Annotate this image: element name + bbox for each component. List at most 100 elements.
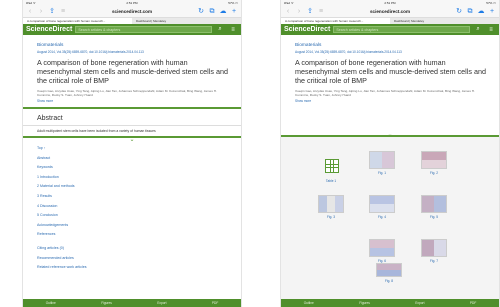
tab-strip: A comparison of bone regeneration with h… (23, 18, 241, 24)
figure-caption[interactable]: Fig. 2 (421, 171, 447, 175)
related-item[interactable]: Citing articles (0) (37, 244, 227, 254)
abstract-heading: Abstract (23, 109, 241, 127)
status-left: iPad ᯤ (284, 1, 294, 5)
reader-icon[interactable]: ≡ (317, 8, 325, 15)
share-icon[interactable]: ⇪ (306, 8, 314, 15)
article-title: A comparison of bone regeneration with h… (295, 58, 486, 86)
article-title: A comparison of bone regeneration with h… (37, 58, 228, 86)
figure-caption[interactable]: Fig. 1 (369, 171, 395, 175)
abstract-text: Adult multipotent stem cells have been i… (37, 129, 156, 134)
divider-expand[interactable]: ⌄ (281, 132, 499, 138)
bookmarks-icon[interactable]: ⧉ (208, 8, 216, 15)
sciencedirect-logo[interactable]: ScienceDirect (26, 26, 72, 33)
status-time: 2:51 PM (384, 1, 396, 5)
bottom-toolbar: Outline Figures Export PDF (23, 299, 241, 307)
forward-icon[interactable]: › (295, 8, 303, 15)
figure-thumb[interactable]: Fig. 2 (421, 151, 447, 175)
author-list[interactable]: Xueqin Gao, Arvydas Usas, Ying Tang, Aip… (37, 89, 231, 97)
pdf-button[interactable]: PDF (212, 301, 218, 305)
url-field[interactable]: sciencedirect.com (328, 9, 452, 14)
figure-thumb[interactable]: Fig. 5 (421, 195, 447, 219)
reload-icon[interactable]: ↻ (455, 8, 463, 15)
toc-item[interactable]: Top ↑ (37, 144, 227, 154)
toc-item[interactable]: 1 Introduction (37, 173, 227, 183)
article-meta[interactable]: August 2014, Vol.35(25):6859-6870, doi:1… (295, 50, 489, 54)
toc-item[interactable]: 4 Discussion (37, 202, 227, 212)
article-meta[interactable]: August 2014, Vol.35(25):6859-6870, doi:1… (37, 50, 231, 54)
toc-item[interactable]: Abstract (37, 154, 227, 164)
figure-caption[interactable]: Fig. 8 (376, 279, 402, 283)
tabs-icon[interactable]: ☁ (477, 8, 485, 15)
show-more-link[interactable]: Show more (295, 99, 489, 103)
status-right: 57% ▭ (228, 1, 238, 5)
status-time: 2:51 PM (126, 1, 138, 5)
toc-item[interactable]: 5 Conclusion (37, 211, 227, 221)
author-list[interactable]: Xueqin Gao, Arvydas Usas, Ying Tang, Aip… (295, 89, 489, 97)
forward-icon[interactable]: › (37, 8, 45, 15)
search-input[interactable]: Search articles & chapters (333, 26, 470, 33)
toc-item[interactable]: Acknowledgements (37, 221, 227, 231)
figures-button[interactable]: Figures (101, 301, 112, 305)
divider-expand[interactable]: ⌄ (23, 136, 241, 143)
outline-button[interactable]: Outline (46, 301, 56, 305)
status-left: iPad ᯤ (26, 1, 36, 5)
figure-caption[interactable]: Table 1 (318, 179, 344, 183)
figure-thumb[interactable]: Fig. 1 (369, 151, 395, 175)
figure-thumb[interactable]: Fig. 6 (369, 239, 395, 263)
figure-caption[interactable]: Fig. 5 (421, 215, 447, 219)
chevron-down-icon[interactable]: ⌄ (387, 131, 392, 138)
related-item[interactable]: Recommended articles (37, 254, 227, 264)
search-icon[interactable]: ⌕ (473, 26, 483, 33)
related-item[interactable]: Related reference work articles (37, 263, 227, 273)
figure-caption[interactable]: Fig. 7 (421, 259, 447, 263)
figure-thumb[interactable]: Fig. 7 (421, 239, 447, 263)
tablet-left: iPad ᯤ 2:51 PM 57% ▭ ‹ › ⇪ ≡ sciencedire… (22, 0, 242, 307)
figure-caption[interactable]: Fig. 4 (369, 215, 395, 219)
figure-caption[interactable]: Fig. 3 (318, 215, 344, 219)
tab-article[interactable]: A comparison of bone regeneration with h… (23, 18, 132, 24)
figures-button[interactable]: Figures (359, 301, 370, 305)
tabs-icon[interactable]: ☁ (219, 8, 227, 15)
new-tab-icon[interactable]: + (488, 8, 496, 15)
new-tab-icon[interactable]: + (230, 8, 238, 15)
divider (23, 107, 241, 110)
figure-thumb[interactable]: Fig. 3 (318, 195, 344, 219)
toc-item[interactable]: 2 Material and methods (37, 182, 227, 192)
table-icon[interactable] (325, 159, 339, 173)
site-header: ScienceDirect Search articles & chapters… (23, 24, 241, 35)
tab-mendeley[interactable]: Dashboard | Mendeley (390, 18, 499, 24)
outline-list: Top ↑ Abstract Keywords 1 Introduction 2… (23, 138, 241, 273)
bookmarks-icon[interactable]: ⧉ (466, 8, 474, 15)
toc-item[interactable]: References (37, 230, 227, 240)
journal-name[interactable]: Biomaterials (295, 43, 489, 48)
journal-name[interactable]: Biomaterials (37, 43, 231, 48)
figure-thumb[interactable]: Fig. 8 (376, 263, 402, 283)
tab-strip: A comparison of bone regeneration with h… (281, 18, 499, 24)
menu-icon[interactable]: ≡ (228, 27, 238, 33)
pdf-button[interactable]: PDF (470, 301, 476, 305)
menu-icon[interactable]: ≡ (486, 27, 496, 33)
bottom-toolbar: Outline Figures Export PDF (281, 299, 499, 307)
reload-icon[interactable]: ↻ (197, 8, 205, 15)
share-icon[interactable]: ⇪ (48, 8, 56, 15)
url-field[interactable]: sciencedirect.com (70, 9, 194, 14)
reader-icon[interactable]: ≡ (59, 8, 67, 15)
search-icon[interactable]: ⌕ (215, 26, 225, 33)
browser-toolbar: ‹ › ⇪ ≡ sciencedirect.com ↻ ⧉ ☁ + (23, 6, 241, 18)
export-button[interactable]: Export (415, 301, 424, 305)
show-more-link[interactable]: Show more (37, 99, 231, 103)
article-header: Biomaterials August 2014, Vol.35(25):685… (23, 35, 241, 103)
outline-button[interactable]: Outline (304, 301, 314, 305)
search-input[interactable]: Search articles & chapters (75, 26, 212, 33)
toc-item[interactable]: 3 Results (37, 192, 227, 202)
chevron-down-icon[interactable]: ⌄ (129, 137, 134, 143)
back-icon[interactable]: ‹ (284, 8, 292, 15)
browser-toolbar: ‹ › ⇪ ≡ sciencedirect.com ↻ ⧉ ☁ + (281, 6, 499, 18)
tab-mendeley[interactable]: Dashboard | Mendeley (132, 18, 241, 24)
sciencedirect-logo[interactable]: ScienceDirect (284, 26, 330, 33)
figure-thumb[interactable]: Fig. 4 (369, 195, 395, 219)
tab-article[interactable]: A comparison of bone regeneration with h… (281, 18, 390, 24)
back-icon[interactable]: ‹ (26, 8, 34, 15)
export-button[interactable]: Export (157, 301, 166, 305)
toc-item[interactable]: Keywords (37, 163, 227, 173)
